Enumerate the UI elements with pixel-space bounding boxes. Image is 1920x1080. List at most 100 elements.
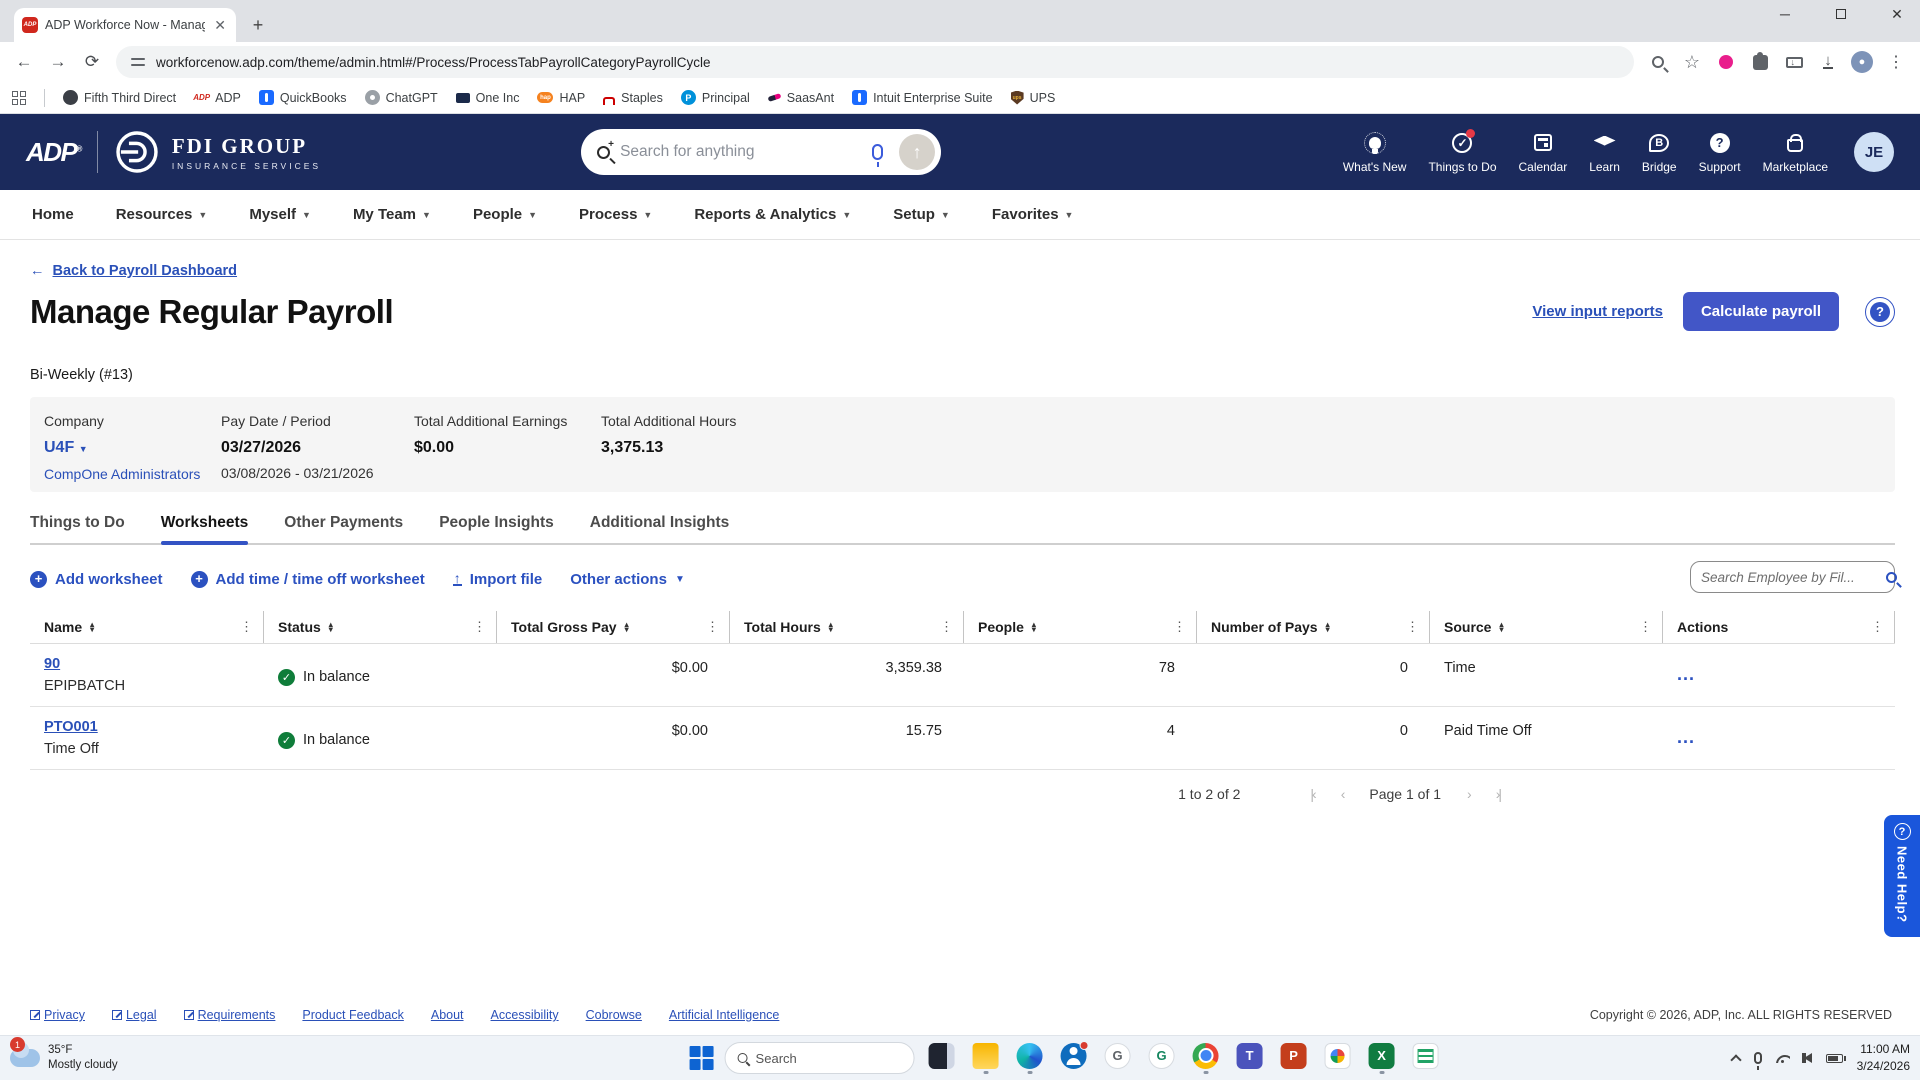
col-total-hours[interactable]: Total Hours ▴ ▾ ⋮ <box>730 611 964 643</box>
taskbar-outlook[interactable] <box>1057 1040 1091 1074</box>
footer-cobrowse-link[interactable]: Cobrowse <box>586 1008 642 1022</box>
view-input-reports-link[interactable]: View input reports <box>1532 303 1663 320</box>
learn-button[interactable]: Learn <box>1589 131 1620 174</box>
help-button[interactable]: ? <box>1865 296 1895 327</box>
add-worksheet-button[interactable]: + Add worksheet <box>30 570 163 588</box>
window-minimize-button[interactable]: ─ <box>1770 6 1800 23</box>
speaker-icon[interactable] <box>1801 1053 1812 1063</box>
taskbar-file-explorer[interactable] <box>969 1042 1003 1074</box>
row-actions-button[interactable]: ... <box>1677 656 1895 685</box>
footer-requirements-link[interactable]: Requirements <box>183 1008 275 1022</box>
bookmark-intuit[interactable]: Intuit Enterprise Suite <box>852 90 993 105</box>
sort-icon[interactable]: ▴ ▾ <box>1499 621 1503 634</box>
previous-page-icon[interactable]: ‹ <box>1341 786 1345 802</box>
back-icon[interactable]: ← <box>10 48 38 76</box>
col-name[interactable]: Name ▴ ▾ ⋮ <box>30 611 264 643</box>
column-menu-icon[interactable]: ⋮ <box>1406 619 1419 635</box>
search-tabs-icon[interactable] <box>1644 48 1672 76</box>
employee-search-input[interactable] <box>1701 569 1880 585</box>
footer-ai-link[interactable]: Artificial Intelligence <box>669 1008 779 1022</box>
column-menu-icon[interactable]: ⋮ <box>1871 619 1884 635</box>
battery-icon[interactable] <box>1825 1053 1846 1063</box>
whats-new-button[interactable]: What's New <box>1343 131 1406 174</box>
tab-people-insights[interactable]: People Insights <box>439 514 554 543</box>
col-number-of-pays[interactable]: Number of Pays ▴ ▾ ⋮ <box>1197 611 1430 643</box>
footer-legal-link[interactable]: Legal <box>111 1008 157 1022</box>
forward-icon[interactable]: → <box>44 48 72 76</box>
search-submit-icon[interactable]: ↑ <box>899 134 936 170</box>
taskbar-app-g[interactable]: G <box>1101 1042 1135 1074</box>
adp-logo[interactable]: ADP® <box>26 137 82 168</box>
column-menu-icon[interactable]: ⋮ <box>240 619 253 635</box>
footer-about-link[interactable]: About <box>431 1008 464 1022</box>
bookmark-chatgpt[interactable]: ChatGPT <box>364 90 438 105</box>
taskbar-grammarly[interactable]: G <box>1145 1042 1179 1074</box>
address-bar[interactable]: workforcenow.adp.com/theme/admin.html#/P… <box>116 46 1634 78</box>
tab-close-icon[interactable]: ✕ <box>212 17 228 34</box>
site-settings-icon[interactable] <box>130 54 146 70</box>
nav-my-team[interactable]: My Team ▼ <box>353 206 431 223</box>
things-to-do-button[interactable]: Things to Do <box>1428 128 1497 174</box>
search-icon[interactable] <box>1886 571 1897 583</box>
taskbar-weather-widget[interactable]: 1 35°F Mostly cloudy <box>10 1037 118 1073</box>
back-to-dashboard-link[interactable]: ← Back to Payroll Dashboard <box>30 263 237 279</box>
nav-people[interactable]: People ▼ <box>473 206 537 223</box>
calculate-payroll-button[interactable]: Calculate payroll <box>1682 292 1839 331</box>
taskbar-app-dark[interactable] <box>925 1042 959 1074</box>
nav-myself[interactable]: Myself ▼ <box>249 206 311 223</box>
global-search-input[interactable] <box>620 143 863 161</box>
worksheet-link[interactable]: PTO001 <box>44 719 98 735</box>
import-file-button[interactable]: ↑ Import file <box>452 571 542 588</box>
worksheet-link[interactable]: 90 <box>44 656 60 672</box>
nav-home[interactable]: Home <box>32 206 74 223</box>
bookmark-quickbooks[interactable]: QuickBooks <box>258 90 347 105</box>
downloads-icon[interactable]: ↓ <box>1814 48 1842 76</box>
add-time-worksheet-button[interactable]: + Add time / time off worksheet <box>190 570 425 588</box>
taskbar-search[interactable]: Search <box>724 1042 915 1074</box>
company-selector[interactable]: U4F ▼ <box>44 439 221 457</box>
next-page-icon[interactable]: › <box>1467 786 1471 802</box>
sort-icon[interactable]: ▴ ▾ <box>625 621 629 634</box>
apps-grid-icon[interactable] <box>12 90 26 105</box>
col-total-gross-pay[interactable]: Total Gross Pay ▴ ▾ ⋮ <box>497 611 730 643</box>
tray-chevron-icon[interactable] <box>1729 1053 1742 1066</box>
row-actions-button[interactable]: ... <box>1677 719 1895 748</box>
column-menu-icon[interactable]: ⋮ <box>706 619 719 635</box>
footer-accessibility-link[interactable]: Accessibility <box>491 1008 559 1022</box>
microphone-icon[interactable] <box>872 144 884 167</box>
tab-worksheets[interactable]: Worksheets <box>160 514 248 545</box>
column-menu-icon[interactable]: ⋮ <box>1173 619 1186 635</box>
global-search[interactable]: ↑ <box>581 129 942 175</box>
send-to-device-icon[interactable] <box>1780 48 1808 76</box>
bookmark-saasant[interactable]: SaasAnt <box>767 91 834 105</box>
support-button[interactable]: Support <box>1699 131 1741 174</box>
sort-icon[interactable]: ▴ ▾ <box>1326 621 1330 634</box>
bookmark-hap[interactable]: hap HAP <box>537 91 585 105</box>
marketplace-button[interactable]: Marketplace <box>1763 131 1828 174</box>
user-avatar[interactable]: JE <box>1854 132 1894 172</box>
need-help-tab[interactable]: ? Need Help? <box>1884 815 1920 937</box>
bridge-button[interactable]: Bridge <box>1642 131 1677 174</box>
new-tab-button[interactable]: + <box>244 11 272 39</box>
browser-menu-icon[interactable]: ⋮ <box>1882 48 1910 76</box>
company-admin-link[interactable]: CompOne Administrators <box>44 466 221 482</box>
tab-other-payments[interactable]: Other Payments <box>284 514 403 543</box>
taskbar-powerpoint[interactable]: P <box>1277 1042 1311 1074</box>
bookmark-ups[interactable]: ups UPS <box>1010 90 1055 105</box>
sort-icon[interactable]: ▴ ▾ <box>829 621 833 634</box>
nav-process[interactable]: Process ▼ <box>579 206 652 223</box>
bookmark-star-icon[interactable]: ☆ <box>1678 48 1706 76</box>
last-page-icon[interactable]: ›| <box>1496 786 1502 802</box>
tab-things-to-do[interactable]: Things to Do <box>30 514 125 543</box>
wifi-icon[interactable] <box>1775 1053 1790 1063</box>
taskbar-edge[interactable] <box>1013 1042 1047 1074</box>
sort-icon[interactable]: ▴ ▾ <box>1032 621 1036 634</box>
first-page-icon[interactable]: |‹ <box>1310 786 1316 802</box>
footer-privacy-link[interactable]: Privacy <box>30 1008 85 1022</box>
taskbar-teams[interactable]: T <box>1233 1042 1267 1074</box>
column-menu-icon[interactable]: ⋮ <box>473 619 486 635</box>
nav-resources[interactable]: Resources ▼ <box>116 206 208 223</box>
nav-reports-analytics[interactable]: Reports & Analytics ▼ <box>694 206 851 223</box>
taskbar-sheets[interactable] <box>1409 1042 1443 1074</box>
bookmark-principal[interactable]: P Principal <box>680 90 750 105</box>
